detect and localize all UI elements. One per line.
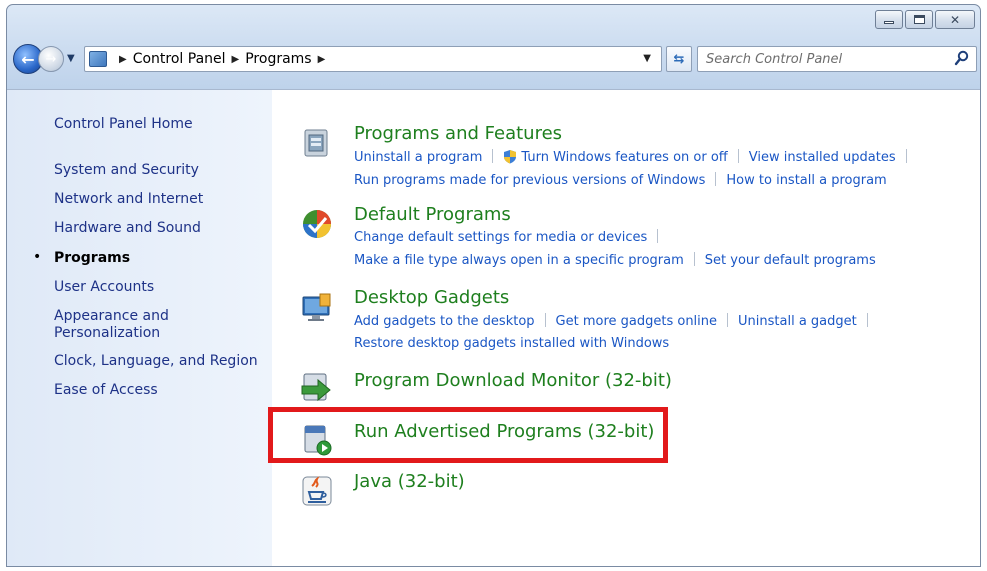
content-area: Control Panel Home System and Security N… — [7, 89, 980, 566]
category-programs-features[interactable]: Programs and Features — [354, 123, 562, 144]
sidebar: Control Panel Home System and Security N… — [7, 90, 272, 566]
link-separator — [657, 229, 659, 243]
link-uninstall-gadget[interactable]: Uninstall a gadget — [738, 314, 857, 329]
close-icon: ✕ — [949, 12, 961, 27]
address-bar[interactable]: ▶ Control Panel ▶ Programs ▶ ▼ — [84, 46, 662, 72]
default-programs-links-row-1: Change default settings for media or dev… — [354, 229, 668, 245]
sidebar-item-clock-language-region[interactable]: Clock, Language, and Region — [54, 353, 264, 370]
breadcrumb-programs[interactable]: Programs — [245, 51, 311, 67]
category-desktop-gadgets[interactable]: Desktop Gadgets — [354, 287, 509, 308]
sidebar-item-network-internet[interactable]: Network and Internet — [54, 191, 264, 208]
category-program-download-monitor[interactable]: Program Download Monitor (32-bit) — [354, 370, 672, 391]
link-get-more-gadgets[interactable]: Get more gadgets online — [556, 314, 717, 329]
refresh-icon: ⇆ — [673, 51, 685, 67]
sidebar-item-hardware-sound[interactable]: Hardware and Sound — [54, 220, 264, 237]
link-separator — [492, 149, 494, 163]
link-how-to-install-program[interactable]: How to install a program — [726, 173, 886, 188]
maximize-icon — [913, 15, 925, 24]
link-restore-gadgets[interactable]: Restore desktop gadgets installed with W… — [354, 336, 669, 351]
sidebar-item-user-accounts[interactable]: User Accounts — [54, 279, 264, 296]
forward-button[interactable]: → — [38, 46, 64, 72]
desktop-gadgets-links-row-2: Restore desktop gadgets installed with W… — [354, 336, 669, 351]
default-programs-icon[interactable] — [300, 207, 334, 241]
link-change-default-settings[interactable]: Change default settings for media or dev… — [354, 230, 647, 245]
control-panel-icon — [89, 51, 107, 67]
link-uninstall-program[interactable]: Uninstall a program — [354, 150, 482, 165]
link-separator — [715, 172, 717, 186]
main-panel: Programs and Features Uninstall a progra… — [272, 90, 980, 566]
desktop-gadgets-links-row-1: Add gadgets to the desktop Get more gadge… — [354, 313, 878, 329]
search-input[interactable] — [706, 50, 946, 68]
link-separator — [727, 313, 729, 327]
link-run-older-programs[interactable]: Run programs made for previous versions … — [354, 173, 705, 188]
java-icon[interactable] — [300, 474, 334, 508]
link-add-gadgets[interactable]: Add gadgets to the desktop — [354, 314, 535, 329]
back-arrow-icon: ← — [21, 49, 35, 69]
search-box[interactable] — [697, 46, 977, 72]
address-dropdown-icon[interactable]: ▼ — [643, 53, 651, 64]
refresh-button[interactable]: ⇆ — [666, 46, 692, 72]
link-separator — [737, 149, 739, 163]
caption-buttons: ✕ — [875, 10, 975, 29]
programs-features-links-row-2: Run programs made for previous versions … — [354, 172, 887, 188]
sidebar-item-programs: Programs — [54, 250, 131, 266]
minimize-icon — [884, 21, 894, 24]
navigation-bar: ← → ▼ ▶ Control Panel ▶ Programs ▶ ▼ ⇆ — [7, 41, 980, 85]
sidebar-item-system-security[interactable]: System and Security — [54, 162, 264, 179]
explorer-window: ✕ ← → ▼ ▶ Control Panel ▶ Programs ▶ ▼ ⇆… — [6, 4, 981, 567]
minimize-button[interactable] — [875, 10, 903, 29]
link-turn-windows-features[interactable]: Turn Windows features on or off — [521, 150, 727, 165]
link-separator — [544, 313, 546, 327]
close-button[interactable]: ✕ — [935, 10, 975, 29]
programs-features-links-row-1: Uninstall a program Turn Windows features… — [354, 149, 917, 165]
maximize-button[interactable] — [905, 10, 933, 29]
breadcrumb-chevron-icon[interactable]: ▶ — [232, 54, 240, 65]
sidebar-item-ease-of-access[interactable]: Ease of Access — [54, 382, 264, 399]
link-file-type-always-open[interactable]: Make a file type always open in a specif… — [354, 253, 684, 268]
link-set-default-programs[interactable]: Set your default programs — [705, 253, 876, 268]
link-separator — [866, 313, 868, 327]
highlight-box — [268, 407, 668, 463]
recent-pages-dropdown[interactable]: ▼ — [67, 53, 75, 64]
desktop-gadgets-icon[interactable] — [300, 291, 334, 325]
link-separator — [905, 149, 907, 163]
search-icon[interactable] — [954, 50, 970, 66]
sidebar-item-appearance[interactable]: Appearance and Personalization — [54, 308, 184, 342]
breadcrumb-control-panel[interactable]: Control Panel — [133, 51, 226, 67]
category-java[interactable]: Java (32-bit) — [354, 471, 465, 492]
forward-arrow-icon: → — [45, 51, 57, 67]
current-item-bullet: • — [33, 249, 42, 265]
breadcrumb-chevron-icon[interactable]: ▶ — [119, 54, 127, 65]
download-monitor-icon[interactable] — [300, 370, 334, 404]
category-default-programs[interactable]: Default Programs — [354, 204, 511, 225]
link-view-installed-updates[interactable]: View installed updates — [749, 150, 896, 165]
default-programs-links-row-2: Make a file type always open in a specif… — [354, 252, 876, 268]
breadcrumb-chevron-icon[interactable]: ▶ — [318, 54, 326, 65]
programs-features-icon[interactable] — [300, 126, 334, 160]
link-separator — [693, 252, 695, 266]
sidebar-item-control-panel-home[interactable]: Control Panel Home — [54, 116, 264, 133]
uac-shield-icon — [504, 150, 517, 164]
